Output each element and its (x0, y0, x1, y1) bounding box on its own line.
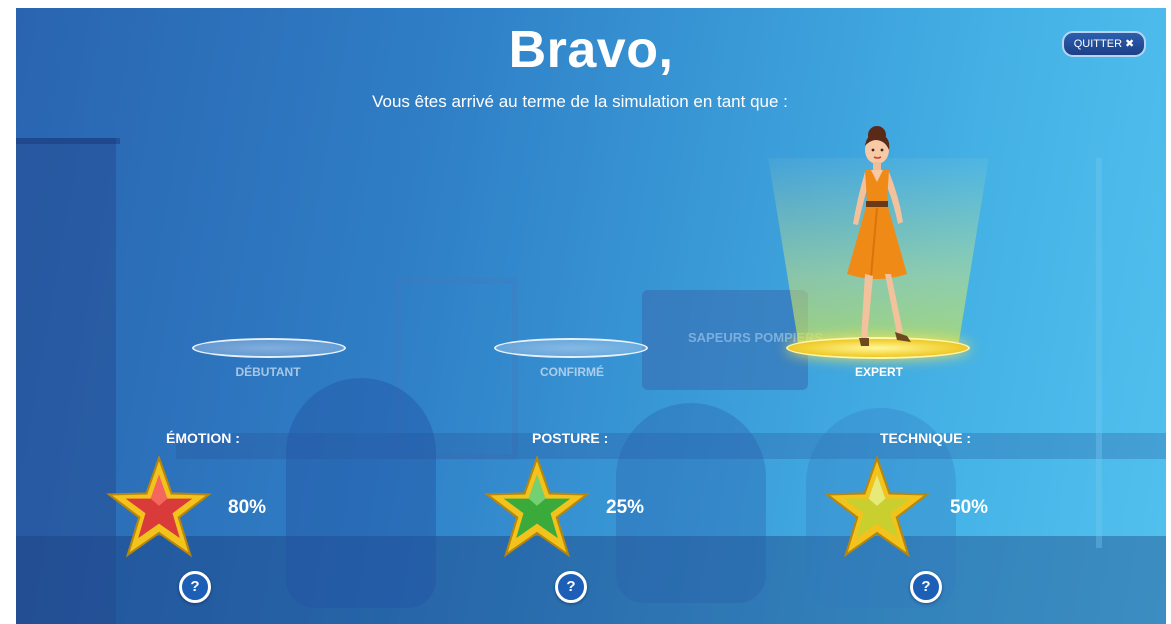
level-platform-confirme (494, 338, 648, 358)
score-label-posture: POSTURE : (532, 430, 609, 446)
background-window (1096, 158, 1166, 548)
star-icon-posture (484, 456, 590, 558)
results-screen: SAPEURS POMPIERS Bravo, Vous êtes arrivé… (16, 8, 1166, 624)
help-button-emotion[interactable]: ? (179, 571, 211, 603)
help-button-posture[interactable]: ? (555, 571, 587, 603)
star-icon-technique (824, 456, 930, 558)
level-label-confirme: CONFIRMÉ (540, 365, 604, 379)
score-label-technique: TECHNIQUE : (880, 430, 971, 446)
level-label-debutant: DÉBUTANT (235, 365, 301, 379)
close-icon: ✖ (1125, 38, 1135, 50)
page-subtitle: Vous êtes arrivé au terme de la simulati… (372, 92, 788, 111)
page-title: Bravo, (508, 21, 674, 79)
quit-button-label: QUITTER (1073, 38, 1123, 50)
background-monitor (642, 290, 808, 390)
star-icon-emotion (106, 456, 212, 558)
background-door (16, 138, 116, 624)
avatar-character (847, 126, 911, 346)
score-value-technique: 50% (950, 497, 989, 518)
level-platform-debutant (192, 338, 346, 358)
quit-button[interactable]: QUITTER ✖ (1062, 31, 1146, 57)
score-value-posture: 25% (606, 497, 645, 518)
background-chair (286, 378, 436, 608)
level-label-expert: EXPERT (854, 365, 903, 379)
help-button-technique[interactable]: ? (910, 571, 942, 603)
score-label-emotion: ÉMOTION : (166, 430, 240, 446)
score-value-emotion: 80% (228, 497, 267, 518)
background-table (176, 433, 1166, 459)
background-door-frame (16, 138, 120, 144)
